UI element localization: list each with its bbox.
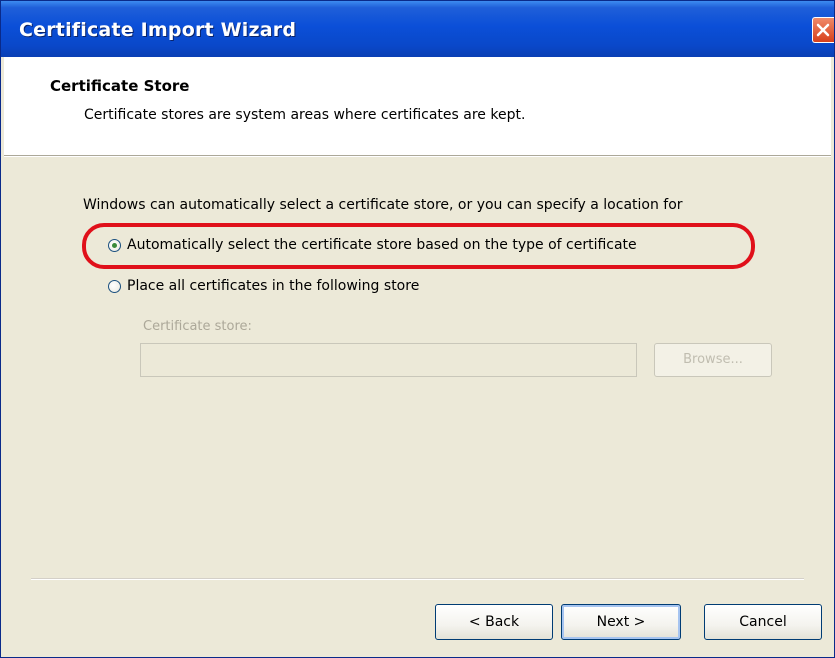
intro-text: Windows can automatically select a certi… xyxy=(83,197,683,213)
certificate-store-label: Certificate store: xyxy=(143,319,252,334)
wizard-window: Certificate Import Wizard Certificate St… xyxy=(0,0,835,658)
back-button[interactable]: < Back xyxy=(435,604,553,640)
radio-auto-select[interactable]: Automatically select the certificate sto… xyxy=(108,237,637,253)
radio-place-in-store-label: Place all certificates in the following … xyxy=(127,278,420,294)
page-subtitle: Certificate stores are system areas wher… xyxy=(84,107,526,123)
next-button[interactable]: Next > xyxy=(561,604,681,640)
browse-button[interactable]: Browse... xyxy=(654,343,772,377)
radio-button-unchecked[interactable] xyxy=(108,279,121,293)
page-title: Certificate Store xyxy=(50,77,190,95)
window-title: Certificate Import Wizard xyxy=(19,19,297,41)
header-panel: Certificate Store Certificate stores are… xyxy=(4,57,831,155)
close-button[interactable] xyxy=(812,17,834,43)
footer-divider xyxy=(31,578,804,580)
close-icon xyxy=(816,23,830,37)
radio-button-checked[interactable] xyxy=(108,238,121,252)
body-panel: Windows can automatically select a certi… xyxy=(4,157,831,577)
radio-auto-select-label: Automatically select the certificate sto… xyxy=(127,237,637,253)
radio-place-in-store[interactable]: Place all certificates in the following … xyxy=(108,278,419,294)
cancel-button[interactable]: Cancel xyxy=(704,604,822,640)
certificate-store-field[interactable] xyxy=(140,343,637,377)
title-bar[interactable]: Certificate Import Wizard xyxy=(1,1,834,57)
